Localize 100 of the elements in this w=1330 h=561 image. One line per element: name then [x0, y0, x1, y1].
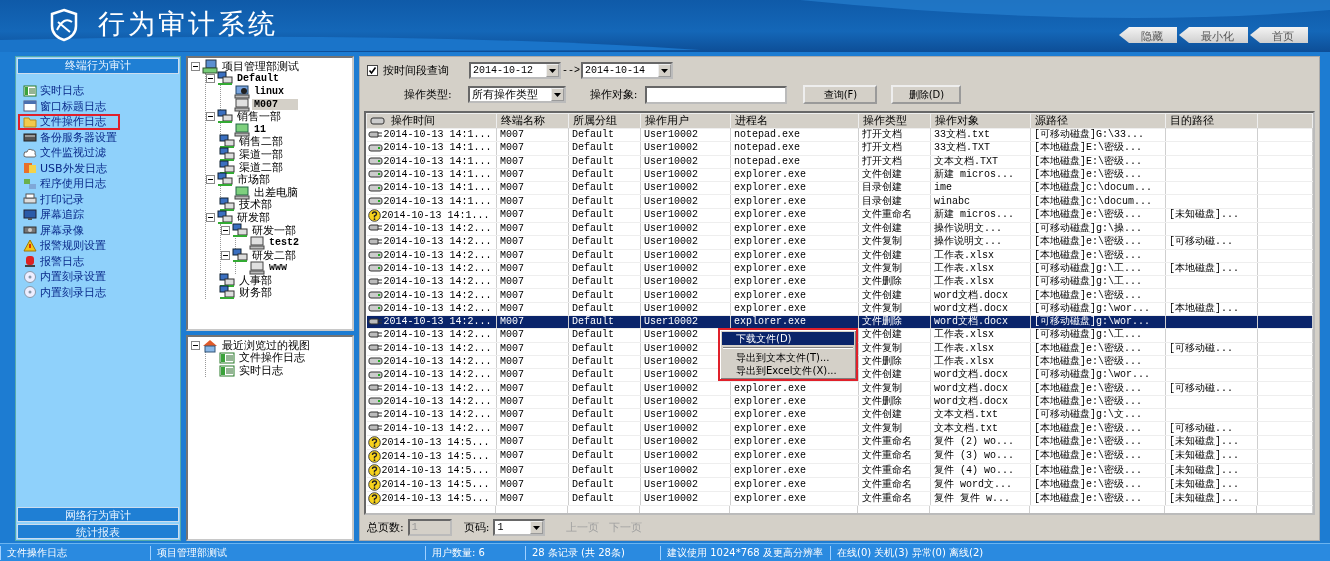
- table-cell: Default: [572, 142, 614, 155]
- nav-item[interactable]: 备份服务器设置: [18, 129, 131, 145]
- tree-item[interactable]: 财务部: [237, 285, 274, 301]
- tree-item[interactable]: 最近浏览过的视图: [220, 337, 312, 353]
- table-cell: explorer.exe: [734, 382, 806, 395]
- menu-item[interactable]: 下载文件(D): [722, 332, 854, 345]
- page-dropdown[interactable]: 1: [493, 518, 546, 536]
- table-cell: 文件复制: [862, 236, 902, 248]
- plug-icon: [367, 277, 383, 286]
- table-cell: Default: [572, 302, 614, 315]
- table-cell: M007: [500, 478, 524, 491]
- nav-item[interactable]: 程序使用日志: [18, 176, 120, 192]
- status-text: 文件操作日志: [0, 545, 150, 560]
- table-cell: 文件删除: [862, 356, 902, 368]
- checkbox[interactable]: [367, 65, 378, 76]
- monitor-icon: [23, 207, 37, 222]
- collapse-toggle[interactable]: [221, 250, 230, 260]
- drive-icon: [367, 182, 383, 193]
- table-cell: 2014-10-13 14:2...: [383, 289, 492, 302]
- nav-item[interactable]: 窗口标题日志: [18, 98, 120, 114]
- tree-item[interactable]: linux: [252, 86, 286, 97]
- table-cell: 文件创建: [862, 249, 902, 262]
- tree-item[interactable]: 实时日志: [237, 363, 285, 378]
- tree-item[interactable]: 研发一部: [250, 222, 298, 238]
- nav-item[interactable]: 报警规则设置: [18, 238, 120, 254]
- tree-item[interactable]: 研发二部: [250, 247, 298, 263]
- nav-item[interactable]: 屏幕追踪: [18, 207, 98, 223]
- usb-icon: [23, 161, 37, 176]
- table-cell: User10002: [644, 395, 698, 408]
- table-cell: [本地磁盘]e:\密级...: [1034, 464, 1142, 477]
- table-cell: M007: [500, 409, 524, 421]
- nav-item[interactable]: 实时日志: [18, 83, 98, 99]
- collapse-toggle[interactable]: [221, 225, 230, 235]
- table-cell: [本地磁盘]e:\密级...: [1034, 169, 1142, 181]
- collapse-toggle[interactable]: [206, 175, 215, 185]
- table-cell: User10002: [644, 129, 698, 141]
- tree-item[interactable]: 销售一部: [235, 109, 283, 125]
- nav-item[interactable]: 文件监视过滤: [18, 145, 120, 161]
- nav-item[interactable]: 内置刻录日志: [18, 284, 120, 300]
- table-cell: winabc: [934, 195, 970, 208]
- table-cell: [未知磁盘]...: [1169, 450, 1239, 463]
- tree-item[interactable]: 项目管理部测试: [220, 58, 301, 74]
- section-header[interactable]: 终端行为审计: [17, 58, 179, 74]
- nav-item[interactable]: 内置刻录设置: [18, 269, 120, 285]
- tree-item[interactable]: 渠道二部: [237, 159, 285, 175]
- time-filter-checkbox[interactable]: 按时间段查询: [367, 63, 449, 78]
- table-cell: 2014-10-13 14:2...: [383, 342, 492, 355]
- folder-icon: [23, 114, 37, 129]
- tree-item[interactable]: test2: [267, 237, 301, 249]
- collapse-toggle[interactable]: [206, 112, 215, 122]
- table-cell: User10002: [644, 478, 698, 491]
- table-cell: 文件重命名: [862, 478, 912, 491]
- collapse-toggle[interactable]: [206, 212, 215, 222]
- date-dropdown[interactable]: 2014-10-12: [469, 62, 561, 79]
- tree-item[interactable]: 11: [252, 123, 268, 135]
- nav-item[interactable]: 报警日志: [18, 253, 98, 269]
- table-cell: 2014-10-13 14:2...: [383, 329, 492, 342]
- tree-item[interactable]: 人事部: [237, 272, 274, 288]
- collapse-toggle[interactable]: [191, 340, 200, 350]
- section-header[interactable]: 统计报表: [17, 524, 179, 539]
- dropdown-arrow-icon: [548, 67, 557, 74]
- table-cell: 工作表.xlsx: [934, 329, 994, 342]
- tree-item[interactable]: 文件操作日志: [237, 350, 307, 366]
- table-cell: Default: [572, 155, 614, 168]
- table-cell: 2014-10-13 14:2...: [383, 316, 492, 328]
- computer-icon: [234, 121, 250, 137]
- window-button[interactable]: 最小化: [1179, 27, 1248, 43]
- tree-item[interactable]: M007: [252, 98, 298, 110]
- tree-item[interactable]: Default: [235, 73, 281, 85]
- table-cell: 打开文档: [862, 142, 902, 155]
- collapse-toggle[interactable]: [191, 61, 200, 71]
- question-icon: [367, 435, 381, 449]
- table-cell: Default: [572, 129, 614, 141]
- section-header[interactable]: 网络行为审计: [17, 507, 179, 522]
- menu-item[interactable]: 导出到Excel文件(X)...: [722, 364, 854, 377]
- table-cell: 2014-10-13 14:2...: [383, 422, 492, 435]
- field-label: 操作对象:: [589, 87, 638, 102]
- tree-item[interactable]: www: [267, 262, 289, 274]
- table-cell: Default: [572, 223, 614, 235]
- table-cell: 2014-10-13 14:5...: [381, 450, 490, 463]
- date-dropdown[interactable]: 2014-10-14: [581, 62, 673, 79]
- table-cell: User10002: [644, 302, 698, 315]
- computer-icon: [234, 84, 250, 99]
- menu-item[interactable]: 导出到文本文件(T)...: [722, 351, 854, 364]
- nav-item[interactable]: USB外发日志: [18, 160, 121, 176]
- field-label: 操作类型:: [404, 87, 452, 102]
- table-cell: Default: [572, 422, 614, 435]
- computer-icon: [249, 235, 265, 251]
- collapse-toggle[interactable]: [206, 74, 215, 84]
- window-button[interactable]: 首页: [1250, 27, 1308, 43]
- nav-item[interactable]: 屏幕录像: [18, 222, 98, 238]
- toolbar-button[interactable]: 删除(D): [891, 85, 962, 104]
- toolbar-button[interactable]: 查询(F): [803, 85, 878, 104]
- nav-item[interactable]: 打印记录: [18, 191, 98, 207]
- table-cell: 复件 复件 w...: [934, 492, 1010, 505]
- table-cell: explorer.exe: [734, 302, 806, 315]
- window-button[interactable]: 隐藏: [1119, 27, 1177, 43]
- nav-item[interactable]: 文件操作日志: [18, 114, 120, 130]
- object-input-field[interactable]: [645, 85, 788, 104]
- type-dropdown[interactable]: 所有操作类型: [467, 86, 566, 103]
